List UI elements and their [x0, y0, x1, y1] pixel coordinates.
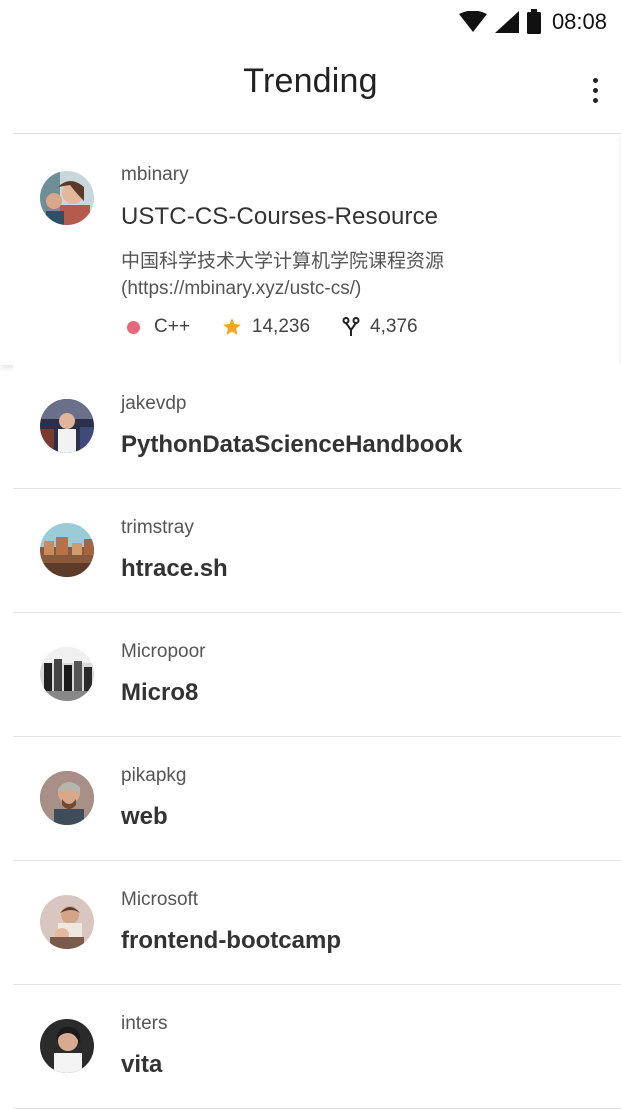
star-icon [223, 318, 241, 335]
repo-owner[interactable]: jakevdp [121, 393, 187, 415]
battery-icon [526, 9, 541, 34]
overflow-dot-icon [592, 87, 598, 93]
avatar[interactable] [40, 647, 94, 701]
fork-icon [342, 317, 360, 336]
avatar[interactable] [40, 895, 94, 949]
avatar[interactable] [40, 1019, 94, 1073]
repo-owner[interactable]: pikapkg [121, 765, 187, 787]
repo-owner[interactable]: trimstray [121, 517, 194, 539]
repo-owner[interactable]: Microsoft [121, 889, 198, 911]
repo-card[interactable]: inters vita [13, 985, 621, 1109]
status-icons: 08:08 [458, 8, 607, 36]
repo-card[interactable]: jakevdp PythonDataScienceHandbook [13, 365, 621, 489]
status-time: 08:08 [551, 9, 607, 34]
fork-count: 4,376 [370, 316, 418, 337]
overflow-dot-icon [592, 97, 598, 103]
repo-meta: C++ 14,236 4,376 [127, 316, 418, 338]
repo-name[interactable]: frontend-bootcamp [121, 927, 341, 955]
app-bar: Trending [0, 44, 621, 134]
status-bar: 08:08 [0, 0, 621, 44]
repo-owner[interactable]: Micropoor [121, 641, 205, 663]
avatar[interactable] [40, 523, 94, 577]
language-dot-icon [127, 320, 140, 334]
repo-stars: 14,236 [222, 316, 310, 338]
repo-owner[interactable]: inters [121, 1013, 167, 1035]
avatar[interactable] [40, 399, 94, 453]
repo-card[interactable]: trimstray htrace.sh [13, 489, 621, 613]
avatar[interactable] [40, 171, 94, 225]
repo-name[interactable]: htrace.sh [121, 555, 228, 583]
repo-name[interactable]: Micro8 [121, 679, 198, 707]
repo-name[interactable]: USTC-CS-Courses-Resource [121, 203, 438, 231]
repo-card-expanded[interactable]: mbinary USTC-CS-Courses-Resource 中国科学技术大… [0, 134, 619, 365]
avatar[interactable] [40, 771, 94, 825]
repo-name[interactable]: vita [121, 1051, 162, 1079]
repo-card[interactable]: pikapkg web [13, 737, 621, 861]
repo-owner[interactable]: mbinary [121, 164, 189, 186]
wifi-icon [458, 11, 487, 32]
cell-signal-icon [494, 11, 519, 33]
page-title: Trending [243, 62, 378, 100]
repo-name[interactable]: PythonDataScienceHandbook [121, 431, 462, 459]
repo-card[interactable]: Microsoft frontend-bootcamp [13, 861, 621, 985]
trending-list[interactable]: mbinary USTC-CS-Courses-Resource 中国科学技术大… [0, 134, 621, 1109]
repo-language: C++ [127, 316, 190, 338]
language-label: C++ [154, 316, 190, 337]
overflow-menu-button[interactable] [583, 70, 607, 110]
repo-description: 中国科学技术大学计算机学院课程资源(https://mbinary.xyz/us… [121, 251, 445, 299]
repo-forks: 4,376 [342, 316, 418, 338]
star-count: 14,236 [251, 316, 311, 337]
repo-name[interactable]: web [121, 803, 168, 831]
overflow-dot-icon [592, 77, 598, 83]
repo-card[interactable]: Micropoor Micro8 [13, 613, 621, 737]
